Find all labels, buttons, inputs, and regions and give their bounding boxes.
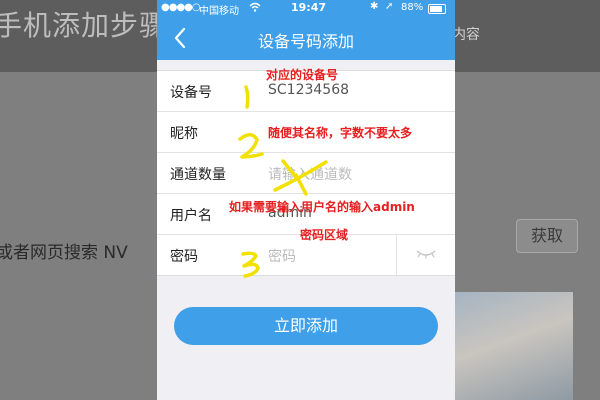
annotation-username: 如果需要输入用户名的输入admin — [229, 200, 415, 214]
mark-five — [241, 251, 260, 278]
mark-one — [244, 85, 250, 109]
annotation-device-id: 对应的设备号 — [266, 68, 339, 82]
annotation-nickname: 随便其名称，字数不要太多 — [268, 126, 413, 140]
annotation-password: 密码区域 — [300, 228, 349, 242]
mark-four — [273, 159, 328, 196]
mark-two — [238, 133, 264, 159]
